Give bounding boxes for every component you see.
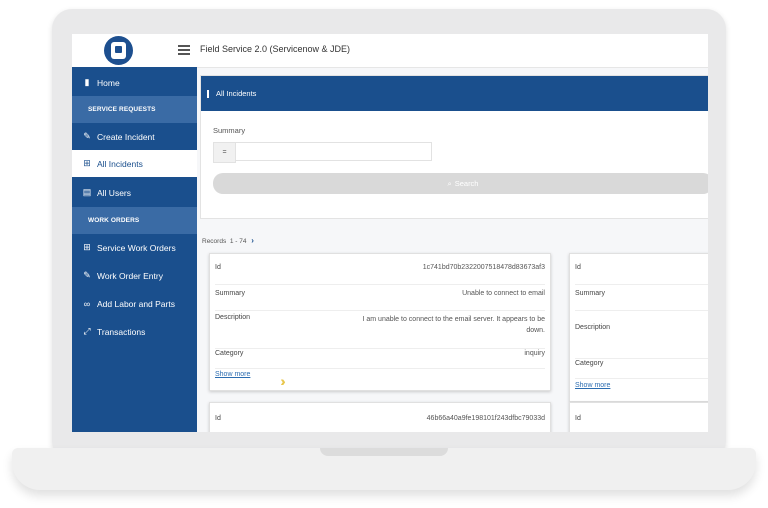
card-row-description: Description — [575, 324, 708, 359]
card-row-summary: Summary Unable to connect to email — [215, 290, 545, 311]
logo[interactable] — [104, 36, 133, 65]
card-row-description: Description I am unable to connect to th… — [215, 314, 545, 349]
pencil-icon: ✎ — [83, 131, 91, 141]
card-label: Category — [575, 360, 604, 367]
app-title: Field Service 2.0 (Servicenow & JDE) — [200, 44, 351, 54]
show-more-link[interactable]: Show more — [575, 382, 610, 389]
card-row-id: Id 1c741bd70b2322007518478d83673af3 — [215, 264, 545, 285]
card-value: 46b66a40a9fe198101f243dfbc79033d — [426, 415, 545, 422]
sidebar-item-service-work-orders[interactable]: ⊞ Service Work Orders — [72, 234, 197, 261]
search-button[interactable]: ⌕ Search — [213, 173, 708, 194]
sidebar-item-label: All Users — [97, 187, 132, 198]
card-label: Summary — [215, 290, 245, 297]
sidebar-item-all-users[interactable]: ▤ All Users — [72, 179, 197, 206]
card-value: Unable to connect to email — [462, 290, 545, 297]
show-more-link[interactable]: Show more — [215, 371, 250, 378]
sidebar-item-label: Transactions — [97, 326, 146, 337]
hamburger-menu-icon[interactable] — [178, 45, 190, 55]
main-content: All Incidents Summary = ⌕ Search Records… — [200, 75, 708, 432]
grid-icon: ⊞ — [83, 242, 91, 252]
card-value: I am unable to connect to the email serv… — [362, 316, 546, 334]
panel-header: All Incidents — [201, 76, 708, 111]
card-row-id: Id 46b66a40a9fe198101f243dfbc79033d — [215, 415, 545, 432]
card-label: Summary — [575, 290, 605, 297]
search-button-label: Search — [454, 179, 479, 188]
sidebar-item-label: Home — [97, 77, 120, 88]
sidebar-section-service-requests: SERVICE REQUESTS — [72, 96, 197, 123]
panel-title: All Incidents — [216, 89, 257, 98]
sidebar-item-label: Create Incident — [97, 131, 155, 142]
chevron-right-icon[interactable]: › — [251, 236, 254, 245]
card-label: Id — [215, 415, 221, 422]
app-screen: Field Service 2.0 (Servicenow & JDE) ▮ H… — [72, 34, 708, 432]
bar-chart-icon: ▮ — [84, 77, 90, 87]
sidebar-item-transactions[interactable]: ⤢ Transactions — [72, 318, 197, 345]
card-value: 1c741bd70b2322007518478d83673af3 — [422, 264, 545, 271]
link-icon: ∞ — [83, 298, 91, 309]
sidebar-item-home[interactable]: ▮ Home — [72, 69, 197, 96]
sidebar-section-work-orders: WORK ORDERS — [72, 207, 197, 234]
summary-input[interactable] — [235, 142, 432, 161]
card-label: Description — [575, 324, 611, 331]
incident-card: Id 46b66a40a9fe198101f243dfbc79033d — [209, 402, 551, 432]
card-value: inquiry — [524, 350, 545, 357]
grid-icon: ⊞ — [83, 158, 91, 168]
records-range: 1 - 74 — [229, 238, 247, 245]
card-label: Id — [215, 264, 221, 271]
search-panel: All Incidents Summary = ⌕ Search — [200, 75, 708, 219]
sidebar-item-create-incident[interactable]: ✎ Create Incident — [72, 123, 197, 150]
card-row-category: Category — [575, 360, 708, 379]
pencil-icon: ✎ — [83, 270, 91, 280]
laptop-notch — [320, 448, 448, 456]
incident-card: Id Summary Description Category Show mor… — [569, 253, 708, 402]
records-indicator: Records 1 - 74 › — [202, 236, 254, 245]
sidebar-item-add-labor-and-parts[interactable]: ∞ Add Labor and Parts — [72, 290, 197, 317]
section-label: WORK ORDERS — [88, 217, 140, 224]
sidebar-item-label: Service Work Orders — [97, 242, 176, 253]
sidebar-item-label: All Incidents — [97, 158, 143, 169]
card-row-id: Id — [575, 415, 708, 432]
incident-card: Id — [569, 402, 708, 432]
card-label: Id — [575, 264, 581, 271]
top-bar: Field Service 2.0 (Servicenow & JDE) — [72, 34, 708, 68]
card-label: Description — [215, 314, 251, 321]
card-row-summary: Summary — [575, 290, 708, 311]
card-label: Id — [575, 415, 581, 422]
operator-select[interactable]: = — [213, 142, 236, 163]
search-icon: ⌕ — [447, 178, 452, 188]
card-row-category: Category inquiry — [215, 350, 545, 369]
card-row-id: Id — [575, 264, 708, 285]
sidebar-item-label: Add Labor and Parts — [97, 298, 175, 309]
sidebar-item-all-incidents[interactable]: ⊞ All Incidents — [72, 150, 197, 177]
incident-card: Id 1c741bd70b2322007518478d83673af3 Summ… — [209, 253, 551, 391]
section-label: SERVICE REQUESTS — [88, 106, 156, 113]
header-marker — [207, 89, 209, 98]
sidebar: ▮ Home SERVICE REQUESTS ✎ Create Inciden… — [72, 67, 197, 432]
card-label: Category — [215, 350, 244, 357]
records-label: Records — [202, 238, 227, 245]
expand-icon: ⤢ — [83, 326, 91, 336]
sidebar-item-work-order-entry[interactable]: ✎ Work Order Entry — [72, 262, 197, 289]
sidebar-item-label: Work Order Entry — [97, 270, 163, 281]
summary-label: Summary — [213, 126, 246, 135]
id-card-icon: ▤ — [82, 187, 92, 197]
